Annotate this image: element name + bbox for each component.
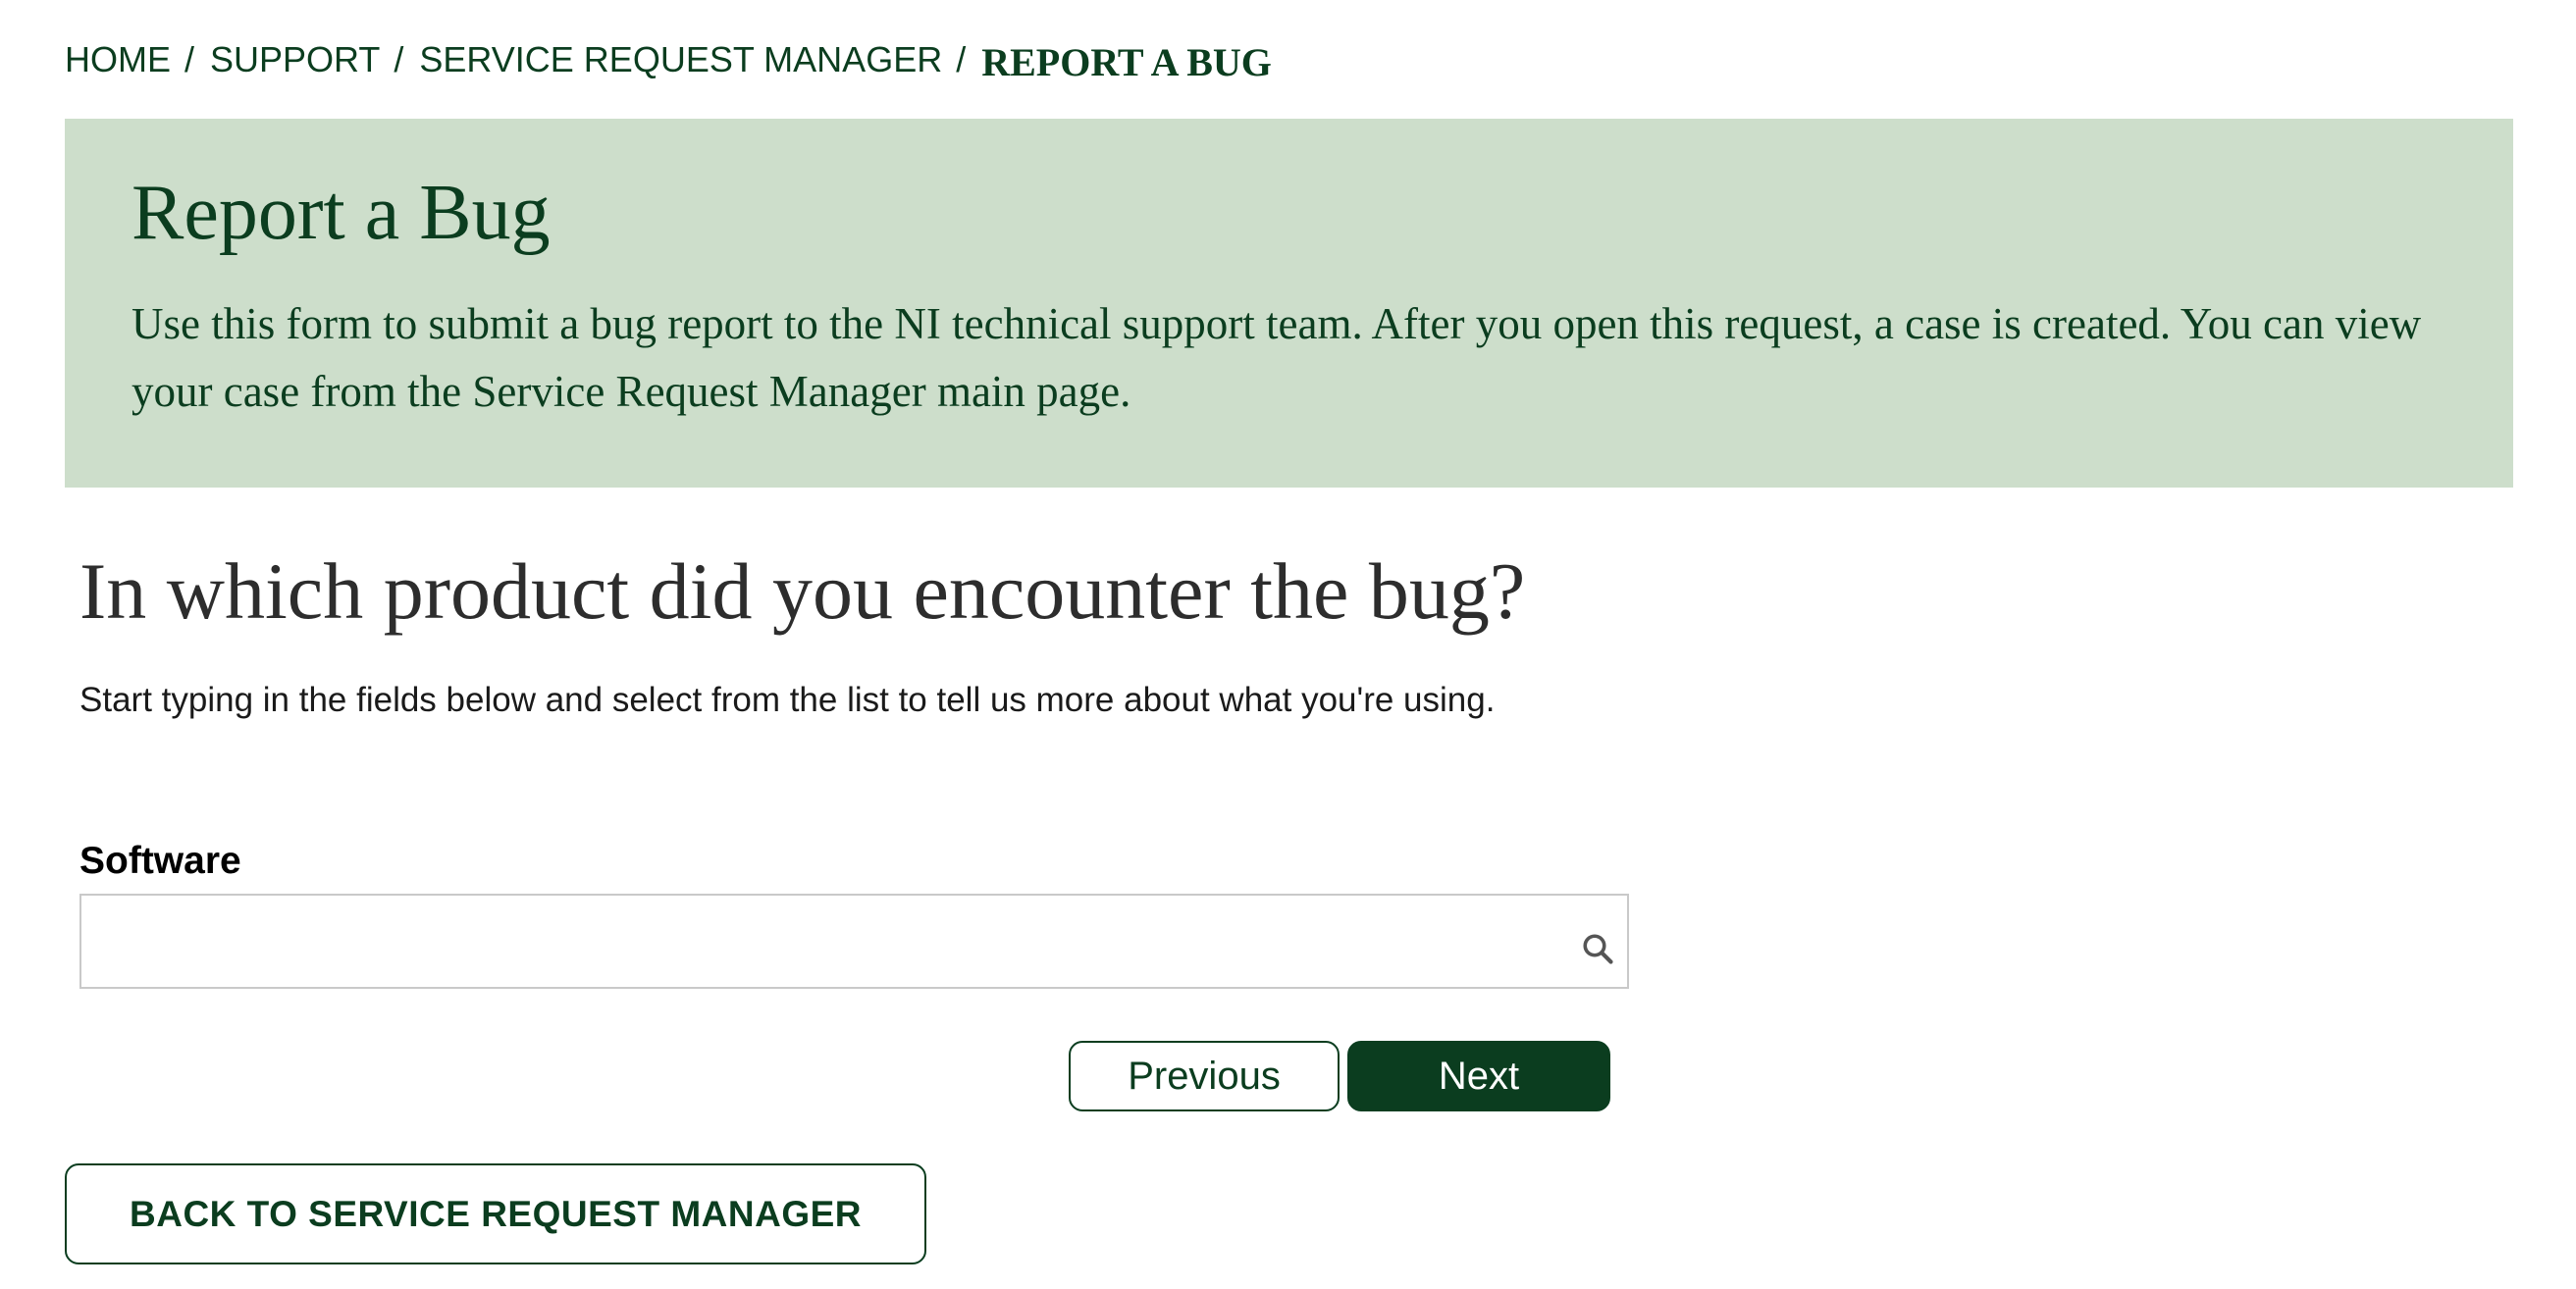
software-field [79,894,1629,989]
breadcrumb-home-link[interactable]: HOME [65,39,171,80]
page-description: Use this form to submit a bug report to … [131,299,2422,416]
back-to-service-request-manager-button[interactable]: BACK TO SERVICE REQUEST MANAGER [65,1163,926,1264]
report-bug-page: HOME / SUPPORT / SERVICE REQUEST MANAGER… [0,0,2576,1289]
page-title: Report a Bug [131,170,551,256]
next-button[interactable]: Next [1347,1041,1610,1111]
previous-button[interactable]: Previous [1069,1041,1340,1111]
page-header-banner: Report a Bug Use this form to submit a b… [65,119,2513,488]
breadcrumb-separator: / [394,39,404,79]
breadcrumb-separator: / [184,39,195,79]
breadcrumb-service-request-manager-link[interactable]: SERVICE REQUEST MANAGER [419,39,942,80]
breadcrumb-separator: / [956,39,967,79]
breadcrumb-current-page: REPORT A BUG [981,40,1272,84]
breadcrumb: HOME / SUPPORT / SERVICE REQUEST MANAGER… [65,35,1272,84]
product-question-heading: In which product did you encounter the b… [79,546,1526,636]
search-icon[interactable] [1580,931,1615,966]
form-instructions: Start typing in the fields below and sel… [79,681,1496,719]
software-search-input[interactable] [81,896,1627,987]
breadcrumb-support-link[interactable]: SUPPORT [210,39,380,80]
software-field-label: Software [79,840,241,882]
